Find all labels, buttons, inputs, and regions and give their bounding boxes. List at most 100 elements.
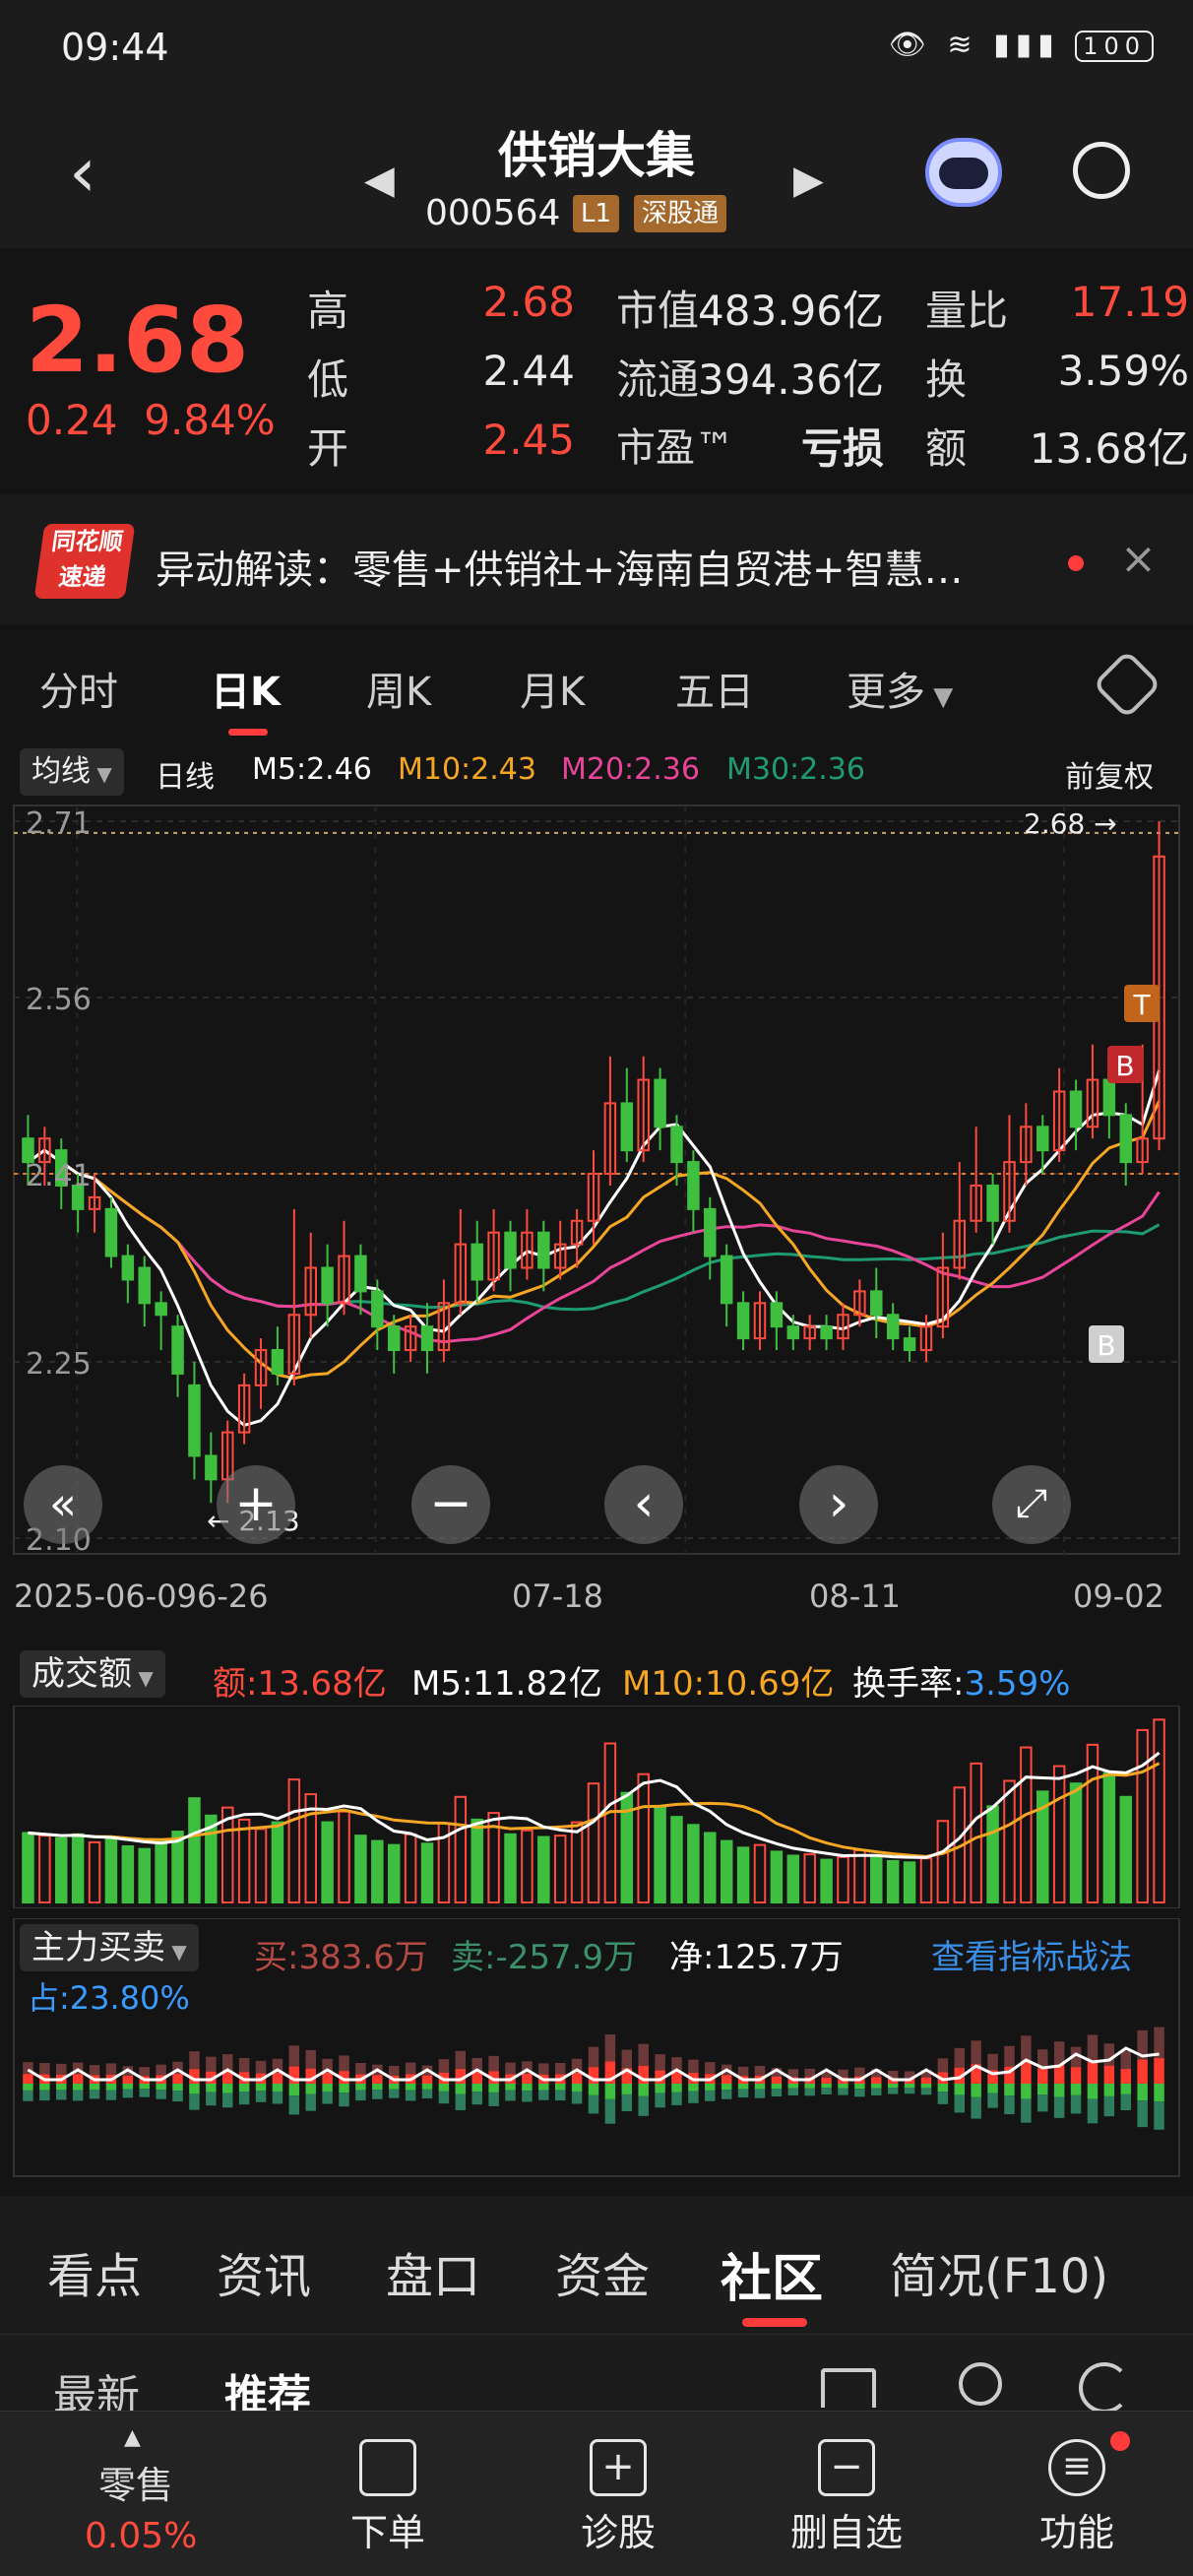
tab-five-day[interactable]: 五日 [675,660,754,717]
mainforce-buy-bar [821,2077,832,2084]
close-icon[interactable]: × [1120,534,1157,584]
mainforce-sell-bar [904,2084,915,2088]
volume-bar [936,1820,950,1903]
mainforce-sell-bar [638,2084,649,2096]
order-button[interactable]: 下单 [319,2439,457,2556]
mainforce-sell-bar-dark [355,2090,366,2101]
refresh-icon[interactable] [1079,2362,1130,2414]
mainforce-sell-bar [339,2084,349,2093]
mainforce-sell-bar [372,2084,383,2091]
mainforce-buy-bar-light [987,2053,998,2071]
fast-back-icon[interactable]: « [24,1465,102,1544]
candle [820,1315,833,1351]
scroll-left-icon[interactable]: ‹ [604,1465,683,1544]
mainforce-buy-bar-light [604,2034,616,2062]
mainforce-buy-bar-light [438,2059,450,2073]
active-tab-indicator [742,2318,807,2327]
mainforce-buy-bar [1087,2061,1099,2084]
diagnose-button[interactable]: + 诊股 [549,2439,687,2556]
candle [903,1326,916,1362]
candle-body [870,1290,883,1317]
tab-daily-k[interactable]: 日K [211,660,281,717]
sector-name[interactable]: 零售 [98,2455,173,2509]
volume-bar [820,1858,833,1903]
mainforce-buy-bar [1037,2068,1048,2084]
mainforce-sell-bar [754,2084,766,2090]
mainforce-sell-bar [1103,2084,1115,2096]
mainforce-sell-bar [838,2084,848,2089]
volume-chart[interactable] [0,1706,1193,1908]
turnover-value: 3.59% [1057,347,1189,395]
mainforce-sell-bar-dark [920,2088,932,2095]
candle-body [354,1255,367,1293]
function-button[interactable]: ≡ 功能 [1008,2431,1146,2556]
mainforce-sell-bar-dark [221,2093,233,2108]
zoom-out-icon[interactable]: − [411,1465,490,1544]
assistant-robot-icon[interactable] [925,138,1002,207]
mainforce-sell-bar [56,2084,67,2091]
volume-selector[interactable]: 成交额 ▼ [20,1650,165,1698]
low-label: 低 [307,355,349,404]
search-icon[interactable] [1073,142,1130,199]
tab-monthly-k[interactable]: 月K [520,660,585,717]
mainforce-buy-bar [1120,2069,1131,2084]
volume-bar [471,1818,483,1903]
ma-selector[interactable]: 均线 ▼ [20,748,124,796]
tab-highlights[interactable]: 看点 [47,2237,142,2306]
volume-bar [903,1861,916,1904]
mainforce-buy-bar-light [139,2067,150,2077]
mainforce-sell-bar [322,2084,333,2092]
candle-body [138,1266,151,1305]
candle [637,1056,650,1163]
low-value: 2.44 [482,347,575,395]
remove-watchlist-button[interactable]: − 删自选 [778,2439,915,2556]
volume-bar [71,1833,85,1904]
news-ticker[interactable]: 同花顺 速递 异动解读：零售+供销社+海南自贸港+智慧… × [0,494,1193,624]
tab-funds[interactable]: 资金 [555,2237,650,2306]
tab-profile-f10[interactable]: 简况(F10) [890,2237,1108,2306]
candle-body [687,1161,700,1210]
settings-hexagon-icon[interactable] [1092,649,1162,720]
candle [953,1162,967,1280]
user-icon[interactable] [959,2362,1002,2406]
mainforce-sell-bar-dark [72,2090,84,2101]
tab-news[interactable]: 资讯 [217,2237,311,2306]
candle [138,1256,151,1327]
mainforce-sell-bar-dark [255,2091,267,2102]
scroll-right-icon[interactable]: › [799,1465,878,1544]
period-label: 日线 [156,760,215,795]
ma5-value: M5:2.46 [252,752,372,787]
mainforce-buy-bar-light [355,2063,366,2075]
adjust-mode[interactable]: 前复权 [1065,752,1154,796]
date-axis-label: 07-18 [512,1578,603,1615]
mainforce-buy-bar-light [405,2062,416,2075]
tab-intraday[interactable]: 分时 [39,660,118,717]
tab-weekly-k[interactable]: 周K [366,660,431,717]
order-form-icon [359,2439,416,2496]
candle-body [720,1255,733,1305]
mainforce-sell-bar-dark [721,2090,732,2099]
mainforce-sell-bar-dark [804,2088,815,2096]
ma10-value: M10:2.43 [398,752,536,787]
next-stock-icon[interactable]: ▶ [793,158,824,203]
mainforce-buy-bar-light [56,2063,67,2075]
volume-bar [720,1839,733,1903]
mainforce-buy-bar-light [1004,2045,1015,2067]
tab-community[interactable]: 社区 [721,2237,823,2311]
zoom-in-icon[interactable]: + [217,1465,295,1544]
tab-more[interactable]: 更多 ▼ [847,660,953,717]
open-label: 开 [307,424,349,473]
message-icon[interactable] [821,2368,876,2408]
tab-orderbook[interactable]: 盘口 [386,2237,480,2306]
mainforce-sell-bar [737,2084,749,2090]
volume-bar [88,1840,101,1904]
mainforce-sell-bar-dark [206,2092,217,2106]
price-axis-label: 2.56 [26,983,92,1017]
mainforce-sell-bar [522,2084,533,2092]
volume-bar [1153,1718,1165,1904]
fullscreen-icon[interactable]: ⤢ [992,1465,1071,1544]
mainforce-sell-bar [238,2084,250,2093]
candle-body [1102,1078,1116,1117]
mainforce-sell-bar [604,2084,616,2099]
volume-bar [155,1839,167,1903]
